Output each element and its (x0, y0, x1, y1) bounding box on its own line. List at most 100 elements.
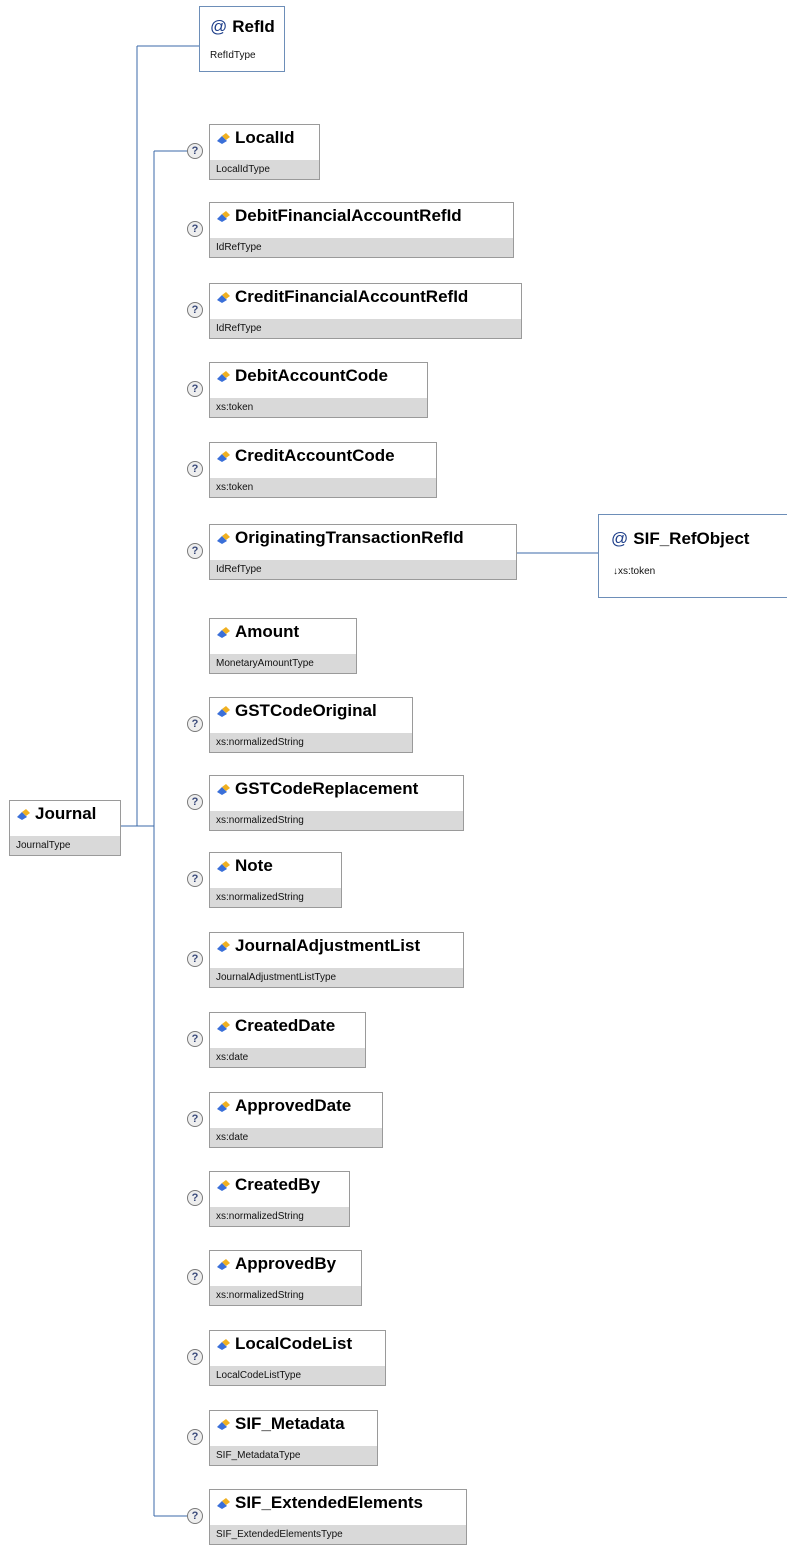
element-journaladjustmentlist[interactable]: JournalAdjustmentList JournalAdjustmentLi… (209, 932, 464, 988)
optional-indicator-icon: ? (187, 1508, 203, 1524)
element-name: CreatedBy (217, 1175, 320, 1195)
element-gstcodeoriginal[interactable]: GSTCodeOriginal xs:normalizedString (209, 697, 413, 753)
optional-indicator-icon: ? (187, 794, 203, 810)
element-type: LocalIdType (210, 160, 319, 179)
element-name-text: CreatedBy (235, 1175, 321, 1194)
element-icon (217, 451, 230, 462)
element-icon (217, 706, 230, 717)
optional-indicator-icon: ? (187, 1429, 203, 1445)
element-name-text: DebitAccountCode (235, 366, 388, 385)
element-icon (217, 211, 230, 222)
element-name-text: DebitFinancialAccountRefId (235, 206, 462, 225)
element-name-text: ApprovedBy (235, 1254, 337, 1273)
element-name-text: JournalAdjustmentList (235, 936, 421, 955)
optional-indicator-icon: ? (187, 1111, 203, 1127)
optional-indicator-icon: ? (187, 871, 203, 887)
optional-indicator-icon: ? (187, 302, 203, 318)
element-name-text: GSTCodeReplacement (235, 779, 419, 798)
attribute-name: @ SIF_RefObject (611, 529, 749, 549)
element-icon (217, 133, 230, 144)
optional-indicator-icon: ? (187, 951, 203, 967)
element-localcodelist[interactable]: LocalCodeList LocalCodeListType (209, 1330, 386, 1386)
element-name-text: LocalId (235, 128, 295, 147)
optional-indicator-icon: ? (187, 461, 203, 477)
element-note[interactable]: Note xs:normalizedString (209, 852, 342, 908)
optional-indicator-icon: ? (187, 1190, 203, 1206)
element-name: SIF_ExtendedElements (217, 1493, 423, 1513)
element-name: GSTCodeOriginal (217, 701, 377, 721)
element-name: SIF_Metadata (217, 1414, 345, 1434)
element-creditfinancialaccountrefid[interactable]: CreditFinancialAccountRefId IdRefType (209, 283, 522, 339)
element-name-text: ApprovedDate (235, 1096, 352, 1115)
element-type: xs:date (210, 1048, 365, 1067)
element-name: OriginatingTransactionRefId (217, 528, 464, 548)
element-type: xs:date (210, 1128, 382, 1147)
element-type: JournalAdjustmentListType (210, 968, 463, 987)
optional-indicator-icon: ? (187, 221, 203, 237)
element-type: SIF_MetadataType (210, 1446, 377, 1465)
element-name-text: SIF_Metadata (235, 1414, 345, 1433)
root-name-text: Journal (35, 804, 97, 823)
attribute-refid[interactable]: @ RefId RefIdType (199, 6, 285, 72)
optional-indicator-icon: ? (187, 543, 203, 559)
element-name-text: CreditFinancialAccountRefId (235, 287, 469, 306)
element-icon (217, 1339, 230, 1350)
element-icon (217, 1101, 230, 1112)
element-icon (217, 784, 230, 795)
element-type: xs:normalizedString (210, 888, 341, 907)
element-createddate[interactable]: CreatedDate xs:date (209, 1012, 366, 1068)
element-name: Amount (217, 622, 299, 642)
element-sif-extendedelements[interactable]: SIF_ExtendedElements SIF_ExtendedElements… (209, 1489, 467, 1545)
root-element-name: Journal (17, 804, 96, 824)
element-name-text: GSTCodeOriginal (235, 701, 377, 720)
element-debitaccountcode[interactable]: DebitAccountCode xs:token (209, 362, 428, 418)
element-icon (217, 292, 230, 303)
element-name: JournalAdjustmentList (217, 936, 420, 956)
attribute-sif-refobject[interactable]: @ SIF_RefObject ↓xs:token (598, 514, 787, 598)
element-icon (217, 861, 230, 872)
element-debitfinancialaccountrefid[interactable]: DebitFinancialAccountRefId IdRefType (209, 202, 514, 258)
element-amount[interactable]: Amount MonetaryAmountType (209, 618, 357, 674)
element-type: xs:normalizedString (210, 1207, 349, 1226)
optional-indicator-icon: ? (187, 716, 203, 732)
element-type: xs:normalizedString (210, 811, 463, 830)
element-icon (17, 809, 30, 820)
element-name-text: SIF_ExtendedElements (235, 1493, 424, 1512)
element-icon (217, 1180, 230, 1191)
element-creditaccountcode[interactable]: CreditAccountCode xs:token (209, 442, 437, 498)
element-icon (217, 1419, 230, 1430)
element-approveddate[interactable]: ApprovedDate xs:date (209, 1092, 383, 1148)
element-name: CreatedDate (217, 1016, 335, 1036)
element-type: LocalCodeListType (210, 1366, 385, 1385)
element-name: LocalId (217, 128, 295, 148)
attribute-name-text: RefId (232, 17, 275, 36)
attribute-name-text: SIF_RefObject (633, 529, 750, 548)
element-gstcodereplacement[interactable]: GSTCodeReplacement xs:normalizedString (209, 775, 464, 831)
element-createdby[interactable]: CreatedBy xs:normalizedString (209, 1171, 350, 1227)
optional-indicator-icon: ? (187, 1269, 203, 1285)
root-element-journal[interactable]: Journal JournalType (9, 800, 121, 856)
element-originatingtransactionrefid[interactable]: OriginatingTransactionRefId IdRefType (209, 524, 517, 580)
element-sif-metadata[interactable]: SIF_Metadata SIF_MetadataType (209, 1410, 378, 1466)
element-icon (217, 1259, 230, 1270)
element-type: xs:token (210, 398, 427, 417)
root-type: JournalType (10, 836, 120, 855)
element-approvedby[interactable]: ApprovedBy xs:normalizedString (209, 1250, 362, 1306)
element-name-text: CreatedDate (235, 1016, 336, 1035)
element-name: LocalCodeList (217, 1334, 352, 1354)
optional-indicator-icon: ? (187, 1031, 203, 1047)
element-icon (217, 533, 230, 544)
element-type: MonetaryAmountType (210, 654, 356, 673)
element-icon (217, 1498, 230, 1509)
element-name-text: CreditAccountCode (235, 446, 395, 465)
element-icon (217, 941, 230, 952)
attribute-type: ↓xs:token (607, 562, 787, 581)
element-name: ApprovedDate (217, 1096, 351, 1116)
attribute-icon: @ (210, 17, 228, 36)
element-name: CreditAccountCode (217, 446, 395, 466)
element-icon (217, 627, 230, 638)
element-name: DebitFinancialAccountRefId (217, 206, 462, 226)
element-localid[interactable]: LocalId LocalIdType (209, 124, 320, 180)
element-type: xs:normalizedString (210, 1286, 361, 1305)
attribute-icon: @ (611, 529, 629, 548)
